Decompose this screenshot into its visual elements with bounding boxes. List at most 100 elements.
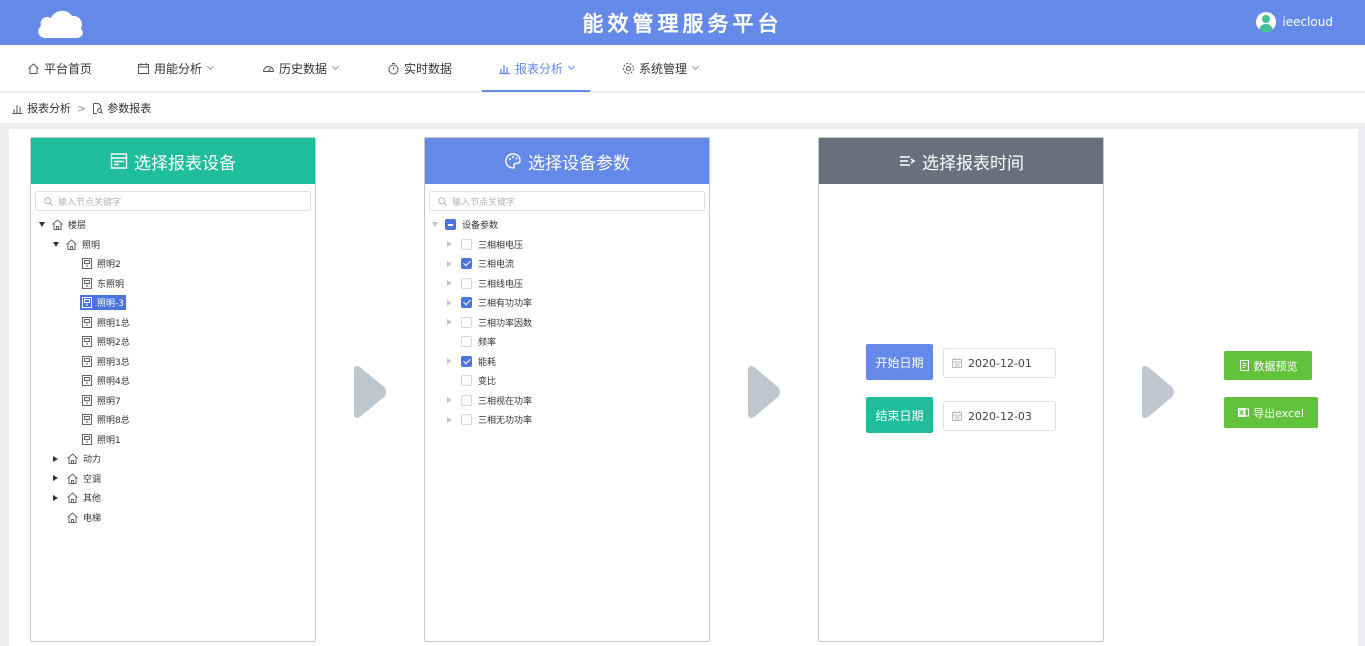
tree-node-label: 空调: [83, 474, 102, 485]
start-date-button[interactable]: 开始日期: [866, 344, 933, 380]
param-item[interactable]: 能耗: [425, 352, 709, 372]
expand-icon[interactable]: [447, 416, 452, 423]
tree-node-elevator[interactable]: 电梯: [31, 508, 315, 528]
param-checkbox[interactable]: [461, 394, 472, 406]
param-label: 三相功率因数: [478, 318, 533, 329]
param-checkbox[interactable]: [461, 414, 472, 426]
tree-leaf-label: 照明1: [97, 435, 121, 446]
nav-realtime-data[interactable]: 实时数据: [387, 45, 452, 92]
building-icon: [67, 492, 78, 504]
param-checkbox[interactable]: [461, 238, 472, 250]
param-label: 三相电流: [478, 260, 515, 271]
chevron-down-icon: [567, 62, 576, 71]
expand-icon[interactable]: [447, 260, 452, 267]
end-date-input[interactable]: 2020-12-03: [943, 401, 1056, 431]
building-icon: [66, 239, 77, 250]
tree-node-root[interactable]: 楼层: [31, 215, 315, 235]
param-item[interactable]: 变比: [425, 371, 709, 391]
param-item[interactable]: 三相视在功率: [425, 391, 709, 411]
param-root-checkbox[interactable]: [445, 219, 456, 231]
breadcrumb-first[interactable]: 报表分析: [27, 100, 71, 116]
nav-history-data[interactable]: 历史数据: [262, 45, 340, 92]
nav-system-management[interactable]: 系统管理: [622, 45, 700, 92]
tree-leaf-device[interactable]: 东照明: [31, 274, 315, 294]
param-checkbox-checked[interactable]: [461, 297, 472, 309]
param-item[interactable]: 三相线电压: [425, 274, 709, 294]
tree-leaf-device[interactable]: 照明3总: [31, 352, 315, 372]
param-checkbox[interactable]: [461, 375, 472, 387]
device-search-placeholder: 输入节点关键字: [58, 197, 122, 208]
meter-icon: [82, 297, 92, 309]
expand-icon[interactable]: [53, 475, 58, 482]
tree-node-aircon[interactable]: 空调: [31, 469, 315, 489]
data-preview-button[interactable]: 数据预览: [1224, 351, 1312, 380]
tree-node-power[interactable]: 动力: [31, 449, 315, 469]
building-icon: [52, 219, 63, 231]
user-menu[interactable]: ieecloud: [1256, 12, 1333, 32]
step-arrow-icon: [354, 366, 386, 418]
param-checkbox[interactable]: [461, 277, 472, 289]
tree-node-group[interactable]: 照明: [31, 235, 315, 255]
expand-icon[interactable]: [447, 397, 452, 404]
tree-leaf-device[interactable]: 照明4总: [31, 371, 315, 391]
param-item[interactable]: 三相功率因数: [425, 313, 709, 333]
expand-icon[interactable]: [53, 494, 58, 501]
data-preview-label: 数据预览: [1253, 359, 1298, 373]
nav-energy-analysis[interactable]: 用能分析: [137, 45, 215, 92]
building-icon: [67, 453, 78, 465]
param-item[interactable]: 三相电流: [425, 254, 709, 274]
tree-leaf-device[interactable]: 照明8总: [31, 410, 315, 430]
nav-home[interactable]: 平台首页: [27, 45, 92, 92]
expand-icon[interactable]: [447, 319, 452, 326]
expand-icon[interactable]: [53, 455, 58, 462]
tree-node-label: 动力: [83, 455, 102, 466]
param-item[interactable]: 三相有功功率: [425, 293, 709, 313]
expand-icon[interactable]: [53, 241, 59, 247]
param-item[interactable]: 三相无功功率: [425, 410, 709, 430]
meter-icon: [82, 336, 92, 348]
tree-leaf-label: 照明1总: [97, 318, 130, 329]
tree-leaf-device[interactable]: 照明7: [31, 391, 315, 411]
param-checkbox-checked[interactable]: [461, 258, 472, 270]
param-checkbox[interactable]: [461, 316, 472, 328]
expand-icon[interactable]: [447, 299, 452, 306]
nav-energy-analysis-label: 用能分析: [154, 62, 203, 76]
avatar: [1256, 12, 1277, 32]
param-checkbox-checked[interactable]: [461, 355, 472, 367]
param-item[interactable]: 频率: [425, 332, 709, 352]
start-date-input[interactable]: 2020-12-01: [943, 348, 1056, 378]
parameter-search-input[interactable]: 输入节点关键字: [429, 191, 705, 211]
expand-icon[interactable]: [447, 358, 452, 365]
export-excel-button[interactable]: 导出excel: [1224, 397, 1318, 428]
tree-node-label: 照明: [82, 240, 101, 251]
tree-leaf-label: 照明3总: [97, 357, 130, 368]
tree-node-other[interactable]: 其他: [31, 488, 315, 508]
chevron-down-icon: [206, 62, 215, 71]
time-panel-title: 选择报表时间: [922, 153, 1024, 174]
param-root[interactable]: 设备参数: [425, 215, 709, 235]
end-date-value: 2020-12-03: [968, 409, 1032, 423]
nav-history-data-label: 历史数据: [279, 62, 328, 76]
tree-leaf-device[interactable]: 照明1总: [31, 313, 315, 333]
expand-icon[interactable]: [39, 222, 45, 228]
tree-leaf-device-selected[interactable]: 照明-3: [31, 293, 315, 313]
tree-leaf-label: 照明-3: [97, 299, 124, 310]
main-nav: 平台首页 用能分析 历史数据 实时数据 报表分析 系统管理: [0, 45, 1365, 92]
time-panel: 选择报表时间: [818, 137, 1104, 642]
expand-icon[interactable]: [432, 222, 438, 228]
nav-report-analysis[interactable]: 报表分析: [481, 45, 591, 92]
param-label: 频率: [478, 338, 497, 349]
device-search-input[interactable]: 输入节点关键字: [35, 191, 311, 211]
tree-leaf-device[interactable]: 照明1: [31, 430, 315, 450]
expand-icon[interactable]: [447, 241, 452, 248]
breadcrumb-second: 参数报表: [107, 102, 152, 115]
end-date-button[interactable]: 结束日期: [866, 397, 933, 433]
tree-leaf-device[interactable]: 照明2: [31, 254, 315, 274]
expand-icon[interactable]: [447, 280, 452, 287]
param-item[interactable]: 三相相电压: [425, 235, 709, 255]
tree-leaf-device[interactable]: 照明2总: [31, 332, 315, 352]
top-header: 能效管理服务平台 ieecloud: [0, 0, 1365, 45]
param-checkbox[interactable]: [461, 336, 472, 348]
param-root-label: 设备参数: [462, 221, 499, 232]
parameter-tree: 设备参数 三相相电压 三相电流 三相线电压 三相有功功率 三相功率因数 频率 能…: [425, 215, 709, 430]
